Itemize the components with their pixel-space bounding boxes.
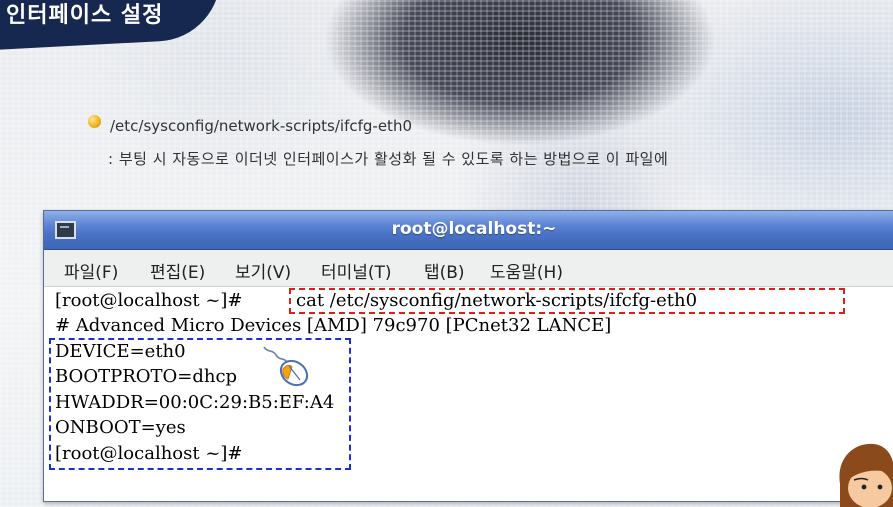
menu-file[interactable]: 파일(F) [64, 258, 118, 283]
terminal-title: root@localhost:~ [391, 219, 557, 239]
command-highlight-box [289, 288, 845, 314]
description-text: : 부팅 시 자동으로 이더넷 인터페이스가 활성화 될 수 있도록 하는 방법… [108, 150, 669, 168]
menu-terminal[interactable]: 터미널(T) [321, 258, 392, 283]
terminal-menubar: 파일(F) 편집(E) 보기(V) 터미널(T) 탭(B) 도움말(H) [44, 250, 893, 286]
page-title: 인터페이스 설정 [6, 3, 164, 28]
terminal-comment-line: # Advanced Micro Devices [AMD] 79c970 [P… [55, 315, 612, 336]
menu-view[interactable]: 보기(V) [235, 258, 291, 283]
menu-tabs[interactable]: 탭(B) [424, 258, 465, 283]
terminal-titlebar[interactable]: root@localhost:~ [44, 211, 893, 250]
terminal-window: root@localhost:~ 파일(F) 편집(E) 보기(V) 터미널(T… [43, 210, 893, 502]
config-file-path: /etc/sysconfig/network-scripts/ifcfg-eth… [110, 117, 412, 135]
bullet-icon [88, 115, 101, 128]
cartoon-face-icon [839, 443, 893, 507]
terminal-prompt: [root@localhost ~]# [55, 290, 243, 311]
menu-help[interactable]: 도움말(H) [490, 258, 563, 283]
menu-edit[interactable]: 편집(E) [150, 258, 205, 283]
mouse-click-icon [263, 346, 309, 387]
